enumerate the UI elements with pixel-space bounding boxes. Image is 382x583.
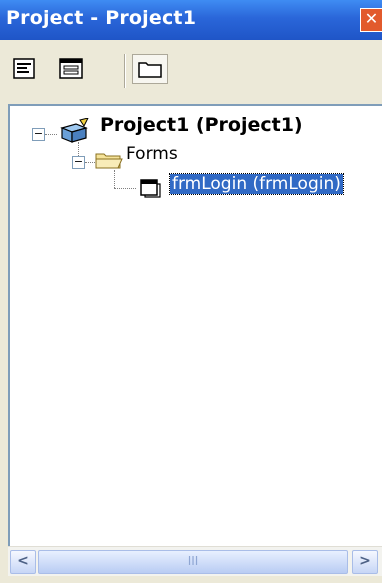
close-button[interactable]: ✕: [360, 8, 382, 32]
scroll-right-button[interactable]: >: [352, 550, 378, 574]
bottom-frame: [0, 576, 382, 583]
toolbar: [0, 40, 382, 104]
collapse-project-toggle[interactable]: −: [32, 128, 45, 141]
forms-folder-label[interactable]: Forms: [126, 144, 178, 164]
window-title: Project - Project1: [6, 7, 197, 29]
project-icon: [60, 118, 89, 143]
view-object-icon: [59, 58, 83, 79]
collapse-forms-toggle[interactable]: −: [72, 156, 85, 169]
chevron-left-icon: <: [17, 553, 29, 569]
toolbar-separator: [124, 54, 126, 88]
horizontal-scrollbar[interactable]: < III >: [8, 546, 382, 576]
form-item-label[interactable]: frmLogin (frmLogin): [169, 173, 344, 195]
project-label[interactable]: Project1 (Project1): [100, 114, 303, 136]
tree-line: [114, 188, 136, 189]
view-code-icon: [13, 58, 35, 79]
tree-line: [114, 170, 115, 188]
left-frame: [0, 104, 8, 576]
tree-line: [45, 134, 57, 135]
tree-line: [78, 142, 79, 156]
folder-icon: [95, 153, 123, 169]
grip-icon: III: [187, 554, 199, 568]
scroll-thumb[interactable]: III: [38, 550, 348, 574]
toggle-folders-button[interactable]: [132, 54, 168, 84]
close-icon: ✕: [364, 9, 379, 28]
project-explorer-window: Project - Project1 ✕ − Project1 (Project…: [0, 0, 382, 583]
form-icon: [140, 179, 161, 198]
chevron-right-icon: >: [359, 553, 371, 569]
scroll-left-button[interactable]: <: [10, 550, 36, 574]
view-object-button[interactable]: [56, 54, 86, 84]
view-code-button[interactable]: [10, 54, 40, 84]
project-tree[interactable]: − Project1 (Project1) − Forms frmLogin (…: [8, 104, 382, 546]
title-bar[interactable]: Project - Project1 ✕: [0, 0, 382, 40]
toggle-folders-icon: [138, 62, 162, 78]
